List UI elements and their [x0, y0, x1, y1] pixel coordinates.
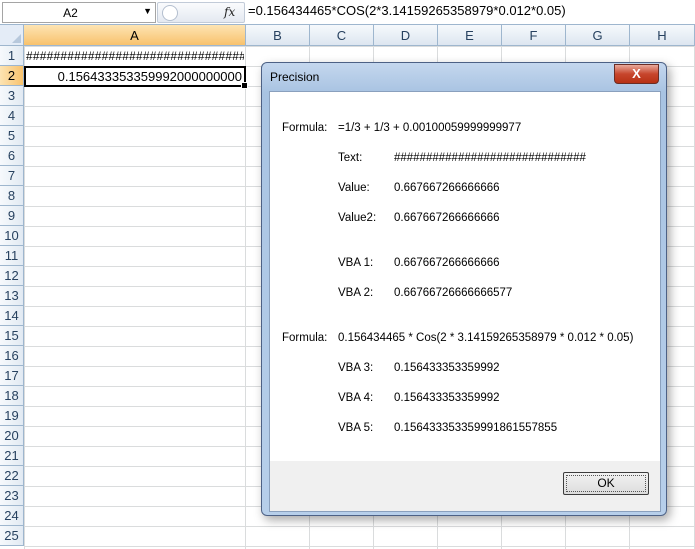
vba5-label: VBA 5:	[338, 422, 374, 434]
formula1-label: Formula:	[282, 122, 328, 134]
text-label: Text:	[338, 152, 363, 164]
vba3-label: VBA 3:	[338, 362, 374, 374]
value-label: Value:	[338, 182, 370, 194]
cell-a2-selected[interactable]: 0.156433353359992000000000	[24, 66, 248, 89]
text-value: ##############################	[394, 152, 586, 164]
row-header[interactable]: 6	[0, 146, 24, 166]
row-header[interactable]: 1	[0, 46, 24, 66]
row-header[interactable]: 21	[0, 446, 24, 466]
vba2-value: 0.66766726666666577	[394, 287, 513, 299]
formula2-label: Formula:	[282, 332, 328, 344]
column-header-a[interactable]: A	[24, 25, 246, 46]
vba4-label: VBA 4:	[338, 392, 374, 404]
row-header[interactable]: 13	[0, 286, 24, 306]
name-box[interactable]: A2 ▼	[2, 2, 156, 23]
vba5-value: 0.156433353359991861557855	[394, 422, 558, 434]
row-header[interactable]: 11	[0, 246, 24, 266]
close-button[interactable]: X	[614, 64, 659, 84]
row-header[interactable]: 7	[0, 166, 24, 186]
value2-value: 0.667667266666666	[394, 212, 500, 224]
row-header[interactable]: 10	[0, 226, 24, 246]
row-header[interactable]: 17	[0, 366, 24, 386]
select-all-corner[interactable]	[0, 25, 24, 46]
cell-a2-value: 0.156433353359992000000000	[57, 69, 242, 84]
row-header[interactable]: 5	[0, 126, 24, 146]
column-header-d[interactable]: D	[374, 25, 438, 46]
dialog-title: Precision	[270, 70, 320, 84]
row-header[interactable]: 23	[0, 486, 24, 506]
cell-a1[interactable]: ################################	[26, 47, 244, 66]
row-header[interactable]: 20	[0, 426, 24, 446]
column-header-b[interactable]: B	[246, 25, 310, 46]
column-header-f[interactable]: F	[502, 25, 566, 46]
formula-bar: A2 ▼ fx =0.156434465*COS(2*3.14159265358…	[0, 0, 695, 25]
row-header[interactable]: 18	[0, 386, 24, 406]
row-header[interactable]: 19	[0, 406, 24, 426]
row-header[interactable]: 25	[0, 526, 24, 546]
row-header[interactable]: 4	[0, 106, 24, 126]
vba1-label: VBA 1:	[338, 257, 374, 269]
row-header[interactable]: 2	[0, 66, 24, 86]
row-header[interactable]: 15	[0, 326, 24, 346]
column-header-h[interactable]: H	[630, 25, 695, 46]
vba2-label: VBA 2:	[338, 287, 374, 299]
row-header[interactable]: 14	[0, 306, 24, 326]
fill-handle[interactable]	[241, 82, 248, 89]
row-header[interactable]: 12	[0, 266, 24, 286]
formula-bar-controls: fx	[157, 2, 245, 23]
row-header[interactable]: 22	[0, 466, 24, 486]
row-header[interactable]: 16	[0, 346, 24, 366]
row-header[interactable]: 24	[0, 506, 24, 526]
resize-grip-icon[interactable]	[162, 5, 178, 21]
value2-label: Value2:	[338, 212, 377, 224]
row-header[interactable]: 8	[0, 186, 24, 206]
chevron-down-icon[interactable]: ▼	[143, 6, 152, 16]
formula-input[interactable]: =0.156434465*COS(2*3.14159265358979*0.01…	[248, 3, 566, 18]
column-header-e[interactable]: E	[438, 25, 502, 46]
vba4-value: 0.156433353359992	[394, 392, 500, 404]
name-box-value: A2	[63, 6, 78, 20]
dialog-body: Formula: =1/3 + 1/3 + 0.0010005999999997…	[269, 91, 661, 512]
value-value: 0.667667266666666	[394, 182, 500, 194]
gridline	[245, 46, 246, 549]
vba1-value: 0.667667266666666	[394, 257, 500, 269]
ok-button[interactable]: OK	[563, 472, 649, 495]
row-header[interactable]: 3	[0, 86, 24, 106]
precision-dialog: Precision X Formula: =1/3 + 1/3 + 0.0010…	[261, 62, 667, 516]
row-header[interactable]: 9	[0, 206, 24, 226]
formula2-value: 0.156434465 * Cos(2 * 3.14159265358979 *…	[338, 332, 634, 344]
formula1-value: =1/3 + 1/3 + 0.00100059999999977	[338, 122, 522, 134]
column-header-c[interactable]: C	[310, 25, 374, 46]
vba3-value: 0.156433353359992	[394, 362, 500, 374]
insert-function-icon[interactable]: fx	[224, 5, 235, 19]
dialog-footer: OK	[270, 461, 660, 511]
column-header-g[interactable]: G	[566, 25, 630, 46]
